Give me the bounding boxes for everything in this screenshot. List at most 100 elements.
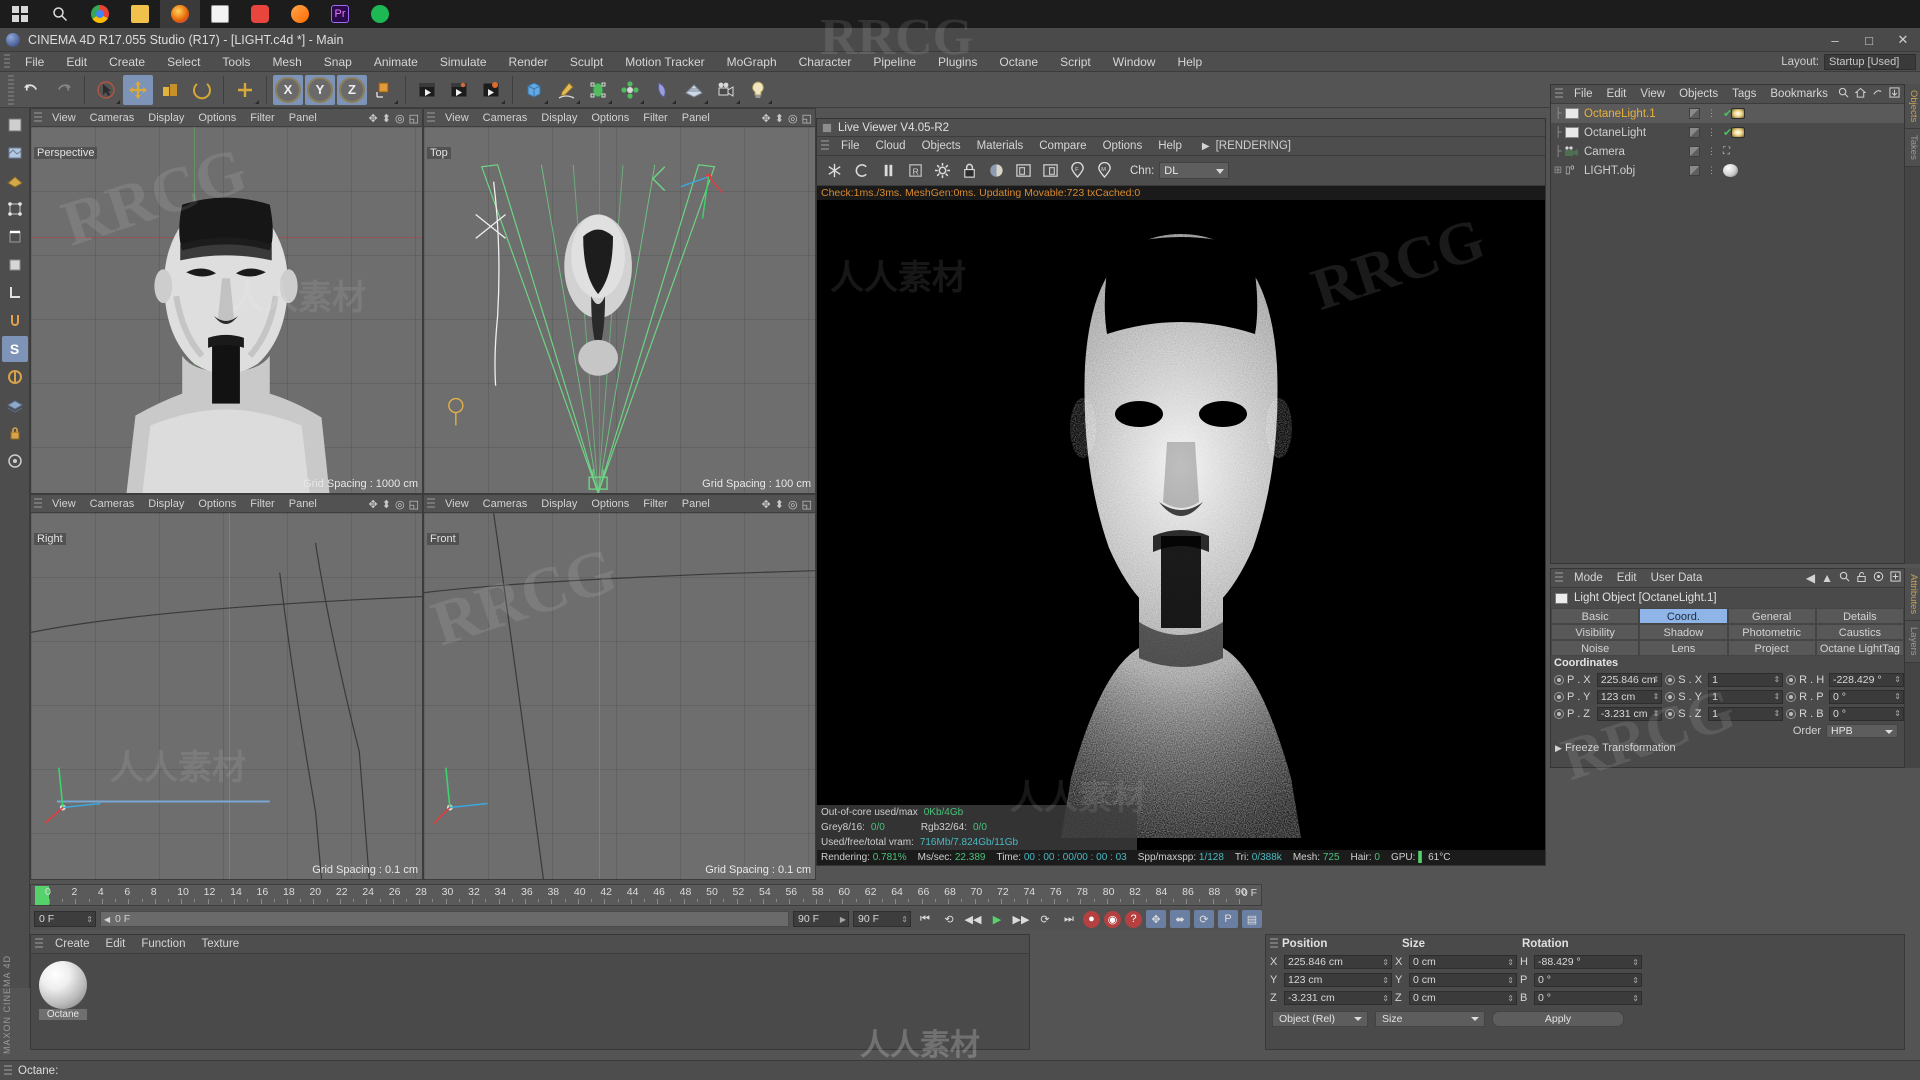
scale-x-radio[interactable] [1665,675,1675,685]
rotate-tool-icon[interactable] [187,75,217,105]
coord-rotation-b-field[interactable]: 0 °⇕ [1534,991,1642,1005]
cube-primitive-icon[interactable] [519,75,549,105]
rotation-h-radio[interactable] [1786,675,1796,685]
coord-position-z-field[interactable]: -3.231 cm⇕ [1284,991,1392,1005]
vp-menu-filter[interactable]: Filter [636,495,674,513]
enable-toggle-icon[interactable] [1689,146,1700,157]
om-menu-file[interactable]: File [1567,88,1600,100]
autokey-icon[interactable]: ◉ [1104,911,1121,928]
lock-icon[interactable] [958,160,980,182]
mm-menu-create[interactable]: Create [47,938,98,950]
nurbs-generator-icon[interactable] [583,75,613,105]
menu-create[interactable]: Create [98,52,156,72]
position-y-radio[interactable] [1554,692,1564,702]
lv-menu-materials[interactable]: Materials [969,140,1032,152]
viewport-grip[interactable] [427,112,435,124]
scale-y-radio[interactable] [1665,692,1675,702]
viewport-right[interactable]: View Cameras Display Options Filter Pane… [30,494,423,880]
pan-icon[interactable]: ✥ [369,112,378,125]
apply-button[interactable]: Apply [1492,1011,1624,1027]
expand-icon[interactable] [1889,87,1900,101]
object-axis-icon[interactable] [369,75,399,105]
vp-menu-display[interactable]: Display [141,495,191,513]
vp-menu-view[interactable]: View [45,495,83,513]
workplane-icon[interactable] [2,168,28,194]
render-region-icon[interactable] [444,75,474,105]
attribute-manager-grip[interactable] [1555,572,1563,584]
vp-menu-cameras[interactable]: Cameras [83,109,142,127]
floor-icon[interactable] [679,75,709,105]
record-icon[interactable]: ● [1083,911,1100,928]
vp-menu-options[interactable]: Options [584,495,636,513]
viewport-grip[interactable] [34,112,42,124]
model-mode-icon[interactable] [2,112,28,138]
range-end-field-a[interactable]: 90 F▶ [793,911,849,927]
go-to-end-icon[interactable]: ⏭ [1059,910,1079,928]
pick-material-icon[interactable]: M [1093,160,1115,182]
light-tag-icon[interactable] [1731,108,1745,119]
tab-details[interactable]: Details [1816,608,1904,624]
toolbar-grip[interactable] [8,75,14,105]
snap-icon[interactable] [2,308,28,334]
rotation-p-radio[interactable] [1786,692,1796,702]
viewport-front-canvas[interactable]: Front Grid Spacing : 0.1 cm [424,513,815,879]
tab-noise[interactable]: Noise [1551,640,1639,656]
position-x-field[interactable]: 225.846 cm⇕ [1597,673,1662,687]
coord-position-y-field[interactable]: 123 cm⇕ [1284,973,1392,987]
mm-menu-edit[interactable]: Edit [98,938,134,950]
side-tab-takes[interactable]: Takes [1905,129,1920,167]
add-tool-icon[interactable] [230,75,260,105]
rendering-expand-icon[interactable]: ▶ [1202,141,1210,152]
position-z-field[interactable]: -3.231 cm⇕ [1597,707,1662,721]
enable-toggle-icon[interactable] [1689,165,1700,176]
prev-frame-icon[interactable]: ◀◀ [963,910,983,928]
object-row-lightobj[interactable]: ⊞ ▯º LIGHT.obj ⋮ [1551,161,1904,180]
rotation-b-radio[interactable] [1786,709,1796,719]
menu-help[interactable]: Help [1166,52,1213,72]
om-menu-tags[interactable]: Tags [1725,88,1763,100]
search-icon[interactable] [1838,87,1849,101]
side-tab-attributes[interactable]: Attributes [1905,568,1920,621]
close-button[interactable]: ✕ [1886,28,1920,52]
coord-mode-dropdown[interactable]: Object (Rel) [1272,1011,1368,1027]
pos-key-icon[interactable]: ✥ [1146,910,1166,928]
undo-icon[interactable] [16,75,46,105]
enable-axis-icon[interactable] [2,448,28,474]
dolly-icon[interactable]: ⬍ [775,112,784,125]
save-region-icon[interactable] [1039,160,1061,182]
lv-menu-compare[interactable]: Compare [1031,140,1094,152]
redo-icon[interactable] [48,75,78,105]
tab-general[interactable]: General [1728,608,1816,624]
search-icon[interactable] [40,0,80,28]
notion-icon[interactable] [200,0,240,28]
vp-menu-cameras[interactable]: Cameras [83,495,142,513]
firefox-icon[interactable] [160,0,200,28]
polygon-mode-icon[interactable] [2,252,28,278]
menu-script[interactable]: Script [1049,52,1102,72]
chevron-right-icon[interactable]: ▶ [1555,743,1562,753]
target-icon[interactable] [1873,571,1884,585]
pause-icon[interactable] [877,160,899,182]
vp-menu-cameras[interactable]: Cameras [476,109,535,127]
visibility-dot-icon[interactable]: ⋮ [1707,146,1716,157]
rotate-view-icon[interactable]: ◎ [788,112,798,125]
tab-octane-lighttag[interactable]: Octane LightTag [1816,640,1904,656]
maximize-view-icon[interactable]: ◱ [409,112,419,125]
render-settings-icon[interactable] [476,75,506,105]
position-x-radio[interactable] [1554,675,1564,685]
pla-key-icon[interactable]: ▤ [1242,910,1262,928]
vp-menu-filter[interactable]: Filter [243,495,281,513]
vp-menu-options[interactable]: Options [191,495,243,513]
coord-rotation-h-field[interactable]: -88.429 °⇕ [1534,955,1642,969]
link-icon[interactable] [1872,87,1883,101]
play-icon[interactable]: ▶ [987,910,1007,928]
scale-tool-icon[interactable] [155,75,185,105]
viewport-grip[interactable] [34,498,42,510]
mm-menu-texture[interactable]: Texture [193,938,247,950]
vp-menu-display[interactable]: Display [141,109,191,127]
s-icon[interactable]: S [2,336,28,362]
vp-menu-cameras[interactable]: Cameras [476,495,535,513]
position-z-radio[interactable] [1554,709,1564,719]
param-key-icon[interactable]: P [1218,910,1238,928]
store-icon[interactable] [280,0,320,28]
